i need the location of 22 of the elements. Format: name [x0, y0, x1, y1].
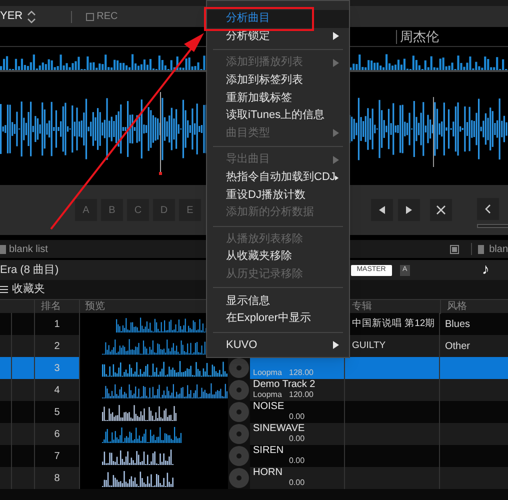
artist-cell: Loopma: [253, 368, 281, 378]
playlist-title: Era (8 曲目): [0, 262, 59, 278]
artist-cell: Loopma: [253, 390, 281, 400]
bpm-cell: 0.00: [289, 478, 305, 488]
bpm-cell: 128.00: [289, 368, 314, 378]
track-title: SINEWAVE: [253, 424, 306, 434]
bpm-cell: 0.00: [289, 434, 305, 444]
genre-cell-text: Other: [445, 340, 470, 354]
genre-cell-text: Blues: [445, 318, 470, 332]
bpm-cell: 0.00: [289, 412, 305, 422]
album-cell-text: 中国新说唱 第12期: [352, 316, 436, 331]
collection-label: 收藏夹: [12, 282, 45, 298]
track-title: HORN: [253, 468, 284, 478]
track-title: NOISE: [253, 402, 286, 412]
bpm-cell: 0.00: [289, 456, 305, 466]
artist-name: 周杰伦: [400, 28, 439, 46]
track-title: Demo Track 2: [253, 380, 316, 390]
bpm-cell: 120.00: [289, 390, 314, 400]
album-cell-text: GUILTY: [352, 338, 386, 353]
rec-label: REC: [96, 10, 118, 24]
deck-label: YER: [0, 9, 23, 24]
track-title: SIREN: [253, 446, 285, 456]
